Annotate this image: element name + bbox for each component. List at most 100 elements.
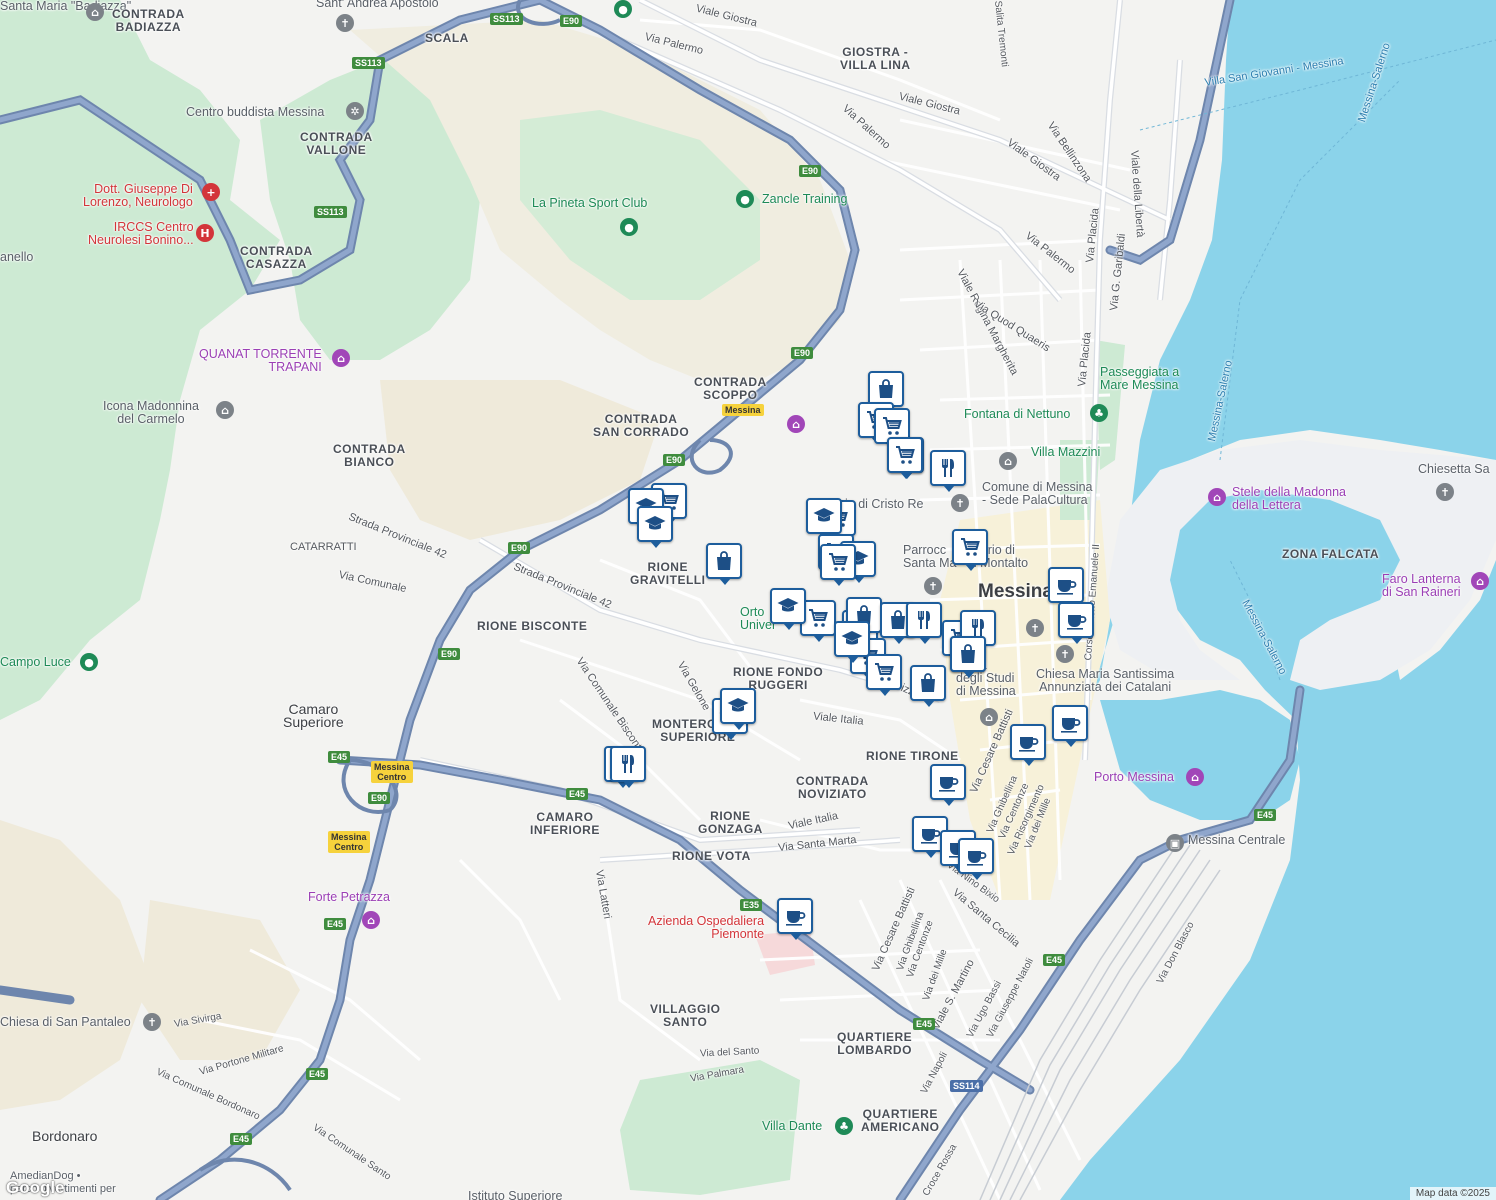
marker-restaurant-icon[interactable] <box>930 450 966 492</box>
museum-icon[interactable]: ⌂ <box>332 349 350 367</box>
route-shield: E45 <box>328 751 351 763</box>
villa-mazzini-label[interactable]: Villa Mazzini <box>1031 446 1100 459</box>
park-icon[interactable]: ● <box>80 653 98 671</box>
museum-icon[interactable]: ⌂ <box>787 415 805 433</box>
church-icon[interactable]: ⌂ <box>86 3 104 21</box>
marker-cart-icon[interactable] <box>866 654 902 696</box>
passeggiata-label[interactable]: Passeggiata a Mare Messina <box>1100 366 1179 392</box>
sant-andrea-label[interactable]: Sant' Andrea Apostolo <box>316 0 439 10</box>
marker-shopping-bag-icon[interactable] <box>910 665 946 707</box>
contrada-casazza-label: CONTRADA CASAZZA <box>240 244 313 271</box>
medical-icon[interactable]: + <box>202 183 220 201</box>
route-shield: E90 <box>791 347 814 359</box>
marker-school-icon[interactable] <box>720 688 756 730</box>
comune-messina-label[interactable]: Comune di Messina - Sede PalaCultura <box>982 481 1092 507</box>
marker-coffee-icon[interactable] <box>958 838 994 880</box>
park-icon[interactable]: ♣ <box>1090 404 1108 422</box>
route-shield: SS113 <box>314 206 347 218</box>
marker-coffee-icon[interactable] <box>1010 724 1046 766</box>
rione-tirone-label: RIONE TIRONE <box>866 749 959 763</box>
zona-falcata-label: ZONA FALCATA <box>1282 547 1380 561</box>
campo-luce-label[interactable]: Campo Luce <box>0 656 71 669</box>
cristo-re-label[interactable]: io di Cristo Re <box>845 498 924 511</box>
hospital-icon[interactable]: H <box>196 224 214 242</box>
marker-cart-icon[interactable] <box>952 529 988 571</box>
la-pineta-label[interactable]: La Pineta Sport Club <box>532 197 647 210</box>
marker-coffee-icon[interactable] <box>1048 567 1084 609</box>
manello-label[interactable]: anello <box>0 251 33 264</box>
government-icon[interactable]: ⌂ <box>999 452 1017 470</box>
museum-icon[interactable]: ⌂ <box>1471 572 1489 590</box>
faro-lanterna-label[interactable]: Faro Lanterna di San Raineri <box>1382 573 1461 599</box>
contrada-badiazza-label: CONTRADA BADIAZZA <box>112 7 185 34</box>
fitness-icon[interactable]: ● <box>736 190 754 208</box>
map-canvas[interactable]: Santa Maria "Badiazza" ⌂ CONTRADA BADIAZ… <box>0 0 1496 1200</box>
map-attribution[interactable]: Map data ©2025 <box>1409 1187 1496 1200</box>
route-shield: SS113 <box>352 57 385 69</box>
porto-messina-label[interactable]: Porto Messina <box>1094 771 1174 784</box>
marker-cart-icon[interactable] <box>820 544 856 586</box>
church-icon[interactable]: ✝ <box>951 494 969 512</box>
chiesa-san-pantaleo-label[interactable]: Chiesa di San Pantaleo <box>0 1016 131 1029</box>
villa-dante-label[interactable]: Villa Dante <box>762 1120 822 1133</box>
marker-shopping-bag-icon[interactable] <box>950 636 986 678</box>
marker-shopping-bag-icon[interactable] <box>706 543 742 585</box>
zancle-training-label[interactable]: Zancle Training <box>762 193 847 206</box>
icona-madonnina-label[interactable]: Icona Madonnina del Carmelo <box>103 400 199 426</box>
rione-vota-label: RIONE VOTA <box>672 849 751 863</box>
church-icon[interactable]: ✝ <box>924 577 942 595</box>
temple-icon[interactable]: ✲ <box>346 102 364 120</box>
marker-restaurant-icon[interactable] <box>906 602 942 644</box>
azienda-ospedaliera-label[interactable]: Azienda Ospedaliera Piemonte <box>648 915 764 941</box>
messina-centrale-label[interactable]: Messina Centrale <box>1188 834 1285 847</box>
forte-petrazza-label[interactable]: Forte Petrazza <box>308 891 390 904</box>
marker-school-icon[interactable] <box>770 588 806 630</box>
marker-school-icon[interactable] <box>637 506 673 548</box>
marker-coffee-icon[interactable] <box>930 764 966 806</box>
museum-icon[interactable]: ⌂ <box>1208 488 1226 506</box>
church-icon[interactable]: ✝ <box>1056 645 1074 663</box>
church-icon[interactable]: ✝ <box>1436 483 1454 501</box>
stele-madonna-label[interactable]: Stele della Madonna della Lettera <box>1232 486 1346 512</box>
marker-coffee-icon[interactable] <box>777 898 813 940</box>
church-icon[interactable]: ✝ <box>1026 619 1044 637</box>
marker-coffee-icon[interactable] <box>1058 602 1094 644</box>
marker-restaurant-icon[interactable] <box>610 746 646 788</box>
church-icon[interactable]: ✝ <box>336 14 354 32</box>
rione-gravitelli-label: RIONE GRAVITELLI <box>630 560 706 587</box>
marker-cart-icon[interactable] <box>887 437 923 479</box>
landmark-icon[interactable]: ⌂ <box>216 401 234 419</box>
camaro-inferiore-label: CAMARO INFERIORE <box>530 810 600 837</box>
sand-area-southwest <box>0 820 150 1110</box>
park-icon[interactable]: ● <box>614 0 632 18</box>
museum-icon[interactable]: ⌂ <box>1186 768 1204 786</box>
scala-label: SCALA <box>425 31 469 45</box>
istituto-superiore-label[interactable]: Istituto Superiore <box>468 1190 563 1200</box>
centro-buddista-label[interactable]: Centro buddista Messina <box>186 106 324 119</box>
church-icon[interactable]: ✝ <box>143 1013 161 1031</box>
messina-city-label: Messina <box>978 581 1053 602</box>
marker-school-icon[interactable] <box>806 498 842 540</box>
dott-di-lorenzo-label[interactable]: Dott. Giuseppe Di Lorenzo, Neurologo <box>83 183 193 209</box>
train-station-icon[interactable]: ▣ <box>1166 834 1184 852</box>
route-shield: E45 <box>913 1018 936 1030</box>
camaro-superiore-label: Camaro Superiore <box>283 701 344 730</box>
sports-club-icon[interactable]: ● <box>620 218 638 236</box>
park-icon[interactable]: ♣ <box>835 1117 853 1135</box>
harbour-water <box>1100 690 1300 820</box>
marker-coffee-icon[interactable] <box>1052 705 1088 747</box>
quanat-label[interactable]: QUANAT TORRENTE TRAPANI <box>199 348 322 374</box>
giostra-villa-lina-label: GIOSTRA - VILLA LINA <box>840 45 911 72</box>
route-shield: E90 <box>508 542 531 554</box>
chiesa-catalani-label[interactable]: Chiesa Maria Santissima Annunziata dei C… <box>1036 668 1174 694</box>
fontana-nettuno-label[interactable]: Fontana di Nettuno <box>964 408 1070 421</box>
route-shield: E45 <box>1043 954 1066 966</box>
contrada-san-corrado-label: CONTRADA SAN CORRADO <box>593 412 690 439</box>
irccs-label[interactable]: IRCCS Centro Neurolesi Bonino... <box>88 221 194 247</box>
route-shield: SS114 <box>950 1080 983 1092</box>
university-icon[interactable]: ⌂ <box>980 708 998 726</box>
chiesetta-label[interactable]: Chiesetta Sa <box>1418 463 1490 476</box>
museum-icon[interactable]: ⌂ <box>362 911 380 929</box>
contrada-noviziato-label: CONTRADA NOVIZIATO <box>796 774 869 801</box>
marker-school-icon[interactable] <box>834 621 870 663</box>
